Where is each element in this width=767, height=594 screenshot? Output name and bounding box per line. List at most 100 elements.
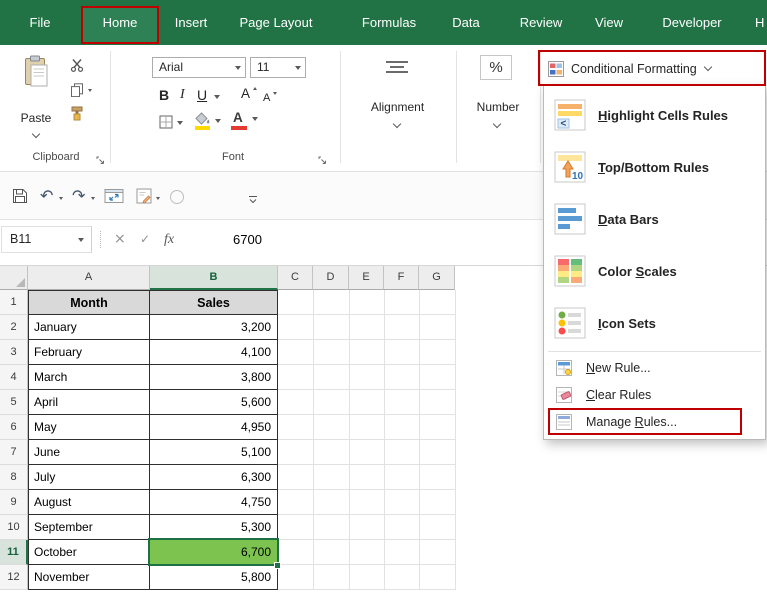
row-header-11[interactable]: 11 [0,540,28,565]
menu-item-data-bars[interactable]: Data Bars [544,193,765,245]
tab-help[interactable]: H [755,0,764,45]
tab-review[interactable]: Review [520,0,563,45]
circle-icon[interactable] [170,190,184,204]
font-dialog-launcher[interactable] [318,153,328,171]
menu-item-clear-rules[interactable]: Clear Rules [544,381,765,408]
quick-edit-button[interactable] [136,188,152,209]
cell-A5[interactable]: April [28,390,150,415]
paste-button[interactable]: Paste [12,53,60,149]
number-group-button[interactable]: % Number [456,53,540,149]
row-header-6[interactable]: 6 [0,415,28,440]
tab-data[interactable]: Data [452,0,479,45]
cell-B1[interactable]: Sales [150,290,278,315]
underline-button[interactable]: U [197,87,207,103]
cell-A8[interactable]: July [28,465,150,490]
redo-button[interactable]: ↷ [72,186,85,205]
cell-B8[interactable]: 6,300 [150,465,278,490]
row-header-3[interactable]: 3 [0,340,28,365]
row-header-8[interactable]: 8 [0,465,28,490]
row-header-2[interactable]: 2 [0,315,28,340]
copy-button[interactable] [70,83,84,102]
menu-item-icon-sets[interactable]: Icon Sets [544,297,765,349]
bold-button[interactable]: B [159,87,169,103]
menu-item-new-rule[interactable]: New Rule... [544,354,765,381]
row-header-12[interactable]: 12 [0,565,28,590]
column-header-E[interactable]: E [349,266,384,290]
clipboard-dialog-launcher[interactable] [96,153,106,171]
undo-chevron-icon[interactable] [59,197,63,200]
cell-A3[interactable]: February [28,340,150,365]
cell-B4[interactable]: 3,800 [150,365,278,390]
cell-B11-selected[interactable]: 6,700 [150,540,278,565]
cell-B7[interactable]: 5,100 [150,440,278,465]
alignment-group-button[interactable]: Alignment [345,53,450,149]
column-header-F[interactable]: F [384,266,419,290]
save-button[interactable] [12,188,28,209]
borders-button[interactable] [159,115,173,134]
underline-chevron-icon[interactable] [214,95,220,99]
column-header-C[interactable]: C [278,266,313,290]
tab-formulas[interactable]: Formulas [362,0,416,45]
menu-item-top-bottom-rules[interactable]: 10 Top/Bottom Rules [544,141,765,193]
formula-bar-splitter[interactable] [100,231,101,248]
tab-file[interactable]: File [30,0,51,45]
cut-button[interactable] [70,58,84,77]
gridline [419,290,420,590]
cell-B9[interactable]: 4,750 [150,490,278,515]
qat-customize-button[interactable] [248,192,258,210]
row-header-9[interactable]: 9 [0,490,28,515]
row-header-7[interactable]: 7 [0,440,28,465]
menu-item-highlight-cells-rules[interactable]: < Highlight Cells Rules [544,89,765,141]
tab-view[interactable]: View [595,0,623,45]
tab-insert[interactable]: Insert [175,0,208,45]
undo-button[interactable]: ↶ [40,186,53,205]
cell-A2[interactable]: January [28,315,150,340]
fit-window-button[interactable] [104,188,124,209]
menu-item-color-scales[interactable]: Color Scales [544,245,765,297]
formula-enter-button[interactable]: ✓ [140,226,150,253]
cell-A6[interactable]: May [28,415,150,440]
column-header-G[interactable]: G [419,266,455,290]
italic-button[interactable]: I [180,87,185,103]
column-header-B[interactable]: B [150,266,278,290]
cell-A10[interactable]: September [28,515,150,540]
shrink-font-button[interactable]: A [263,88,270,106]
tab-page-layout[interactable]: Page Layout [239,0,312,45]
cell-B10[interactable]: 5,300 [150,515,278,540]
row-header-4[interactable]: 4 [0,365,28,390]
grow-font-button[interactable]: A [241,85,250,103]
tab-developer[interactable]: Developer [662,0,721,45]
row-header-5[interactable]: 5 [0,390,28,415]
caret-up-icon [253,87,257,90]
redo-chevron-icon[interactable] [91,197,95,200]
formula-input[interactable]: 6700 [233,226,262,253]
column-header-A[interactable]: A [28,266,150,290]
select-all-corner[interactable] [0,266,28,290]
cell-A7[interactable]: June [28,440,150,465]
row-header-1[interactable]: 1 [0,290,28,315]
insert-function-button[interactable]: fx [164,226,174,253]
cell-A4[interactable]: March [28,365,150,390]
conditional-formatting-button[interactable]: Conditional Formatting [548,55,711,82]
cell-B3[interactable]: 4,100 [150,340,278,365]
cell-A12[interactable]: November [28,565,150,590]
tab-home[interactable]: Home [103,0,138,45]
cell-B2[interactable]: 3,200 [150,315,278,340]
cell-B5[interactable]: 5,600 [150,390,278,415]
cell-A11[interactable]: October [28,540,150,565]
format-painter-button[interactable] [70,106,84,126]
cell-B6[interactable]: 4,950 [150,415,278,440]
fill-handle[interactable] [274,562,281,569]
formula-cancel-button[interactable]: × [114,226,126,253]
row-header-10[interactable]: 10 [0,515,28,540]
name-box[interactable]: B11 [1,226,92,253]
cell-B12[interactable]: 5,800 [150,565,278,590]
cell-A9[interactable]: August [28,490,150,515]
font-size-combobox[interactable]: 11 [250,57,306,78]
cell-A1[interactable]: Month [28,290,150,315]
font-name-combobox[interactable]: Arial [152,57,246,78]
column-header-D[interactable]: D [313,266,349,290]
fill-color-button[interactable] [195,112,211,130]
chevron-down-icon [88,89,92,92]
menu-item-manage-rules[interactable]: Manage Rules... [544,408,765,435]
